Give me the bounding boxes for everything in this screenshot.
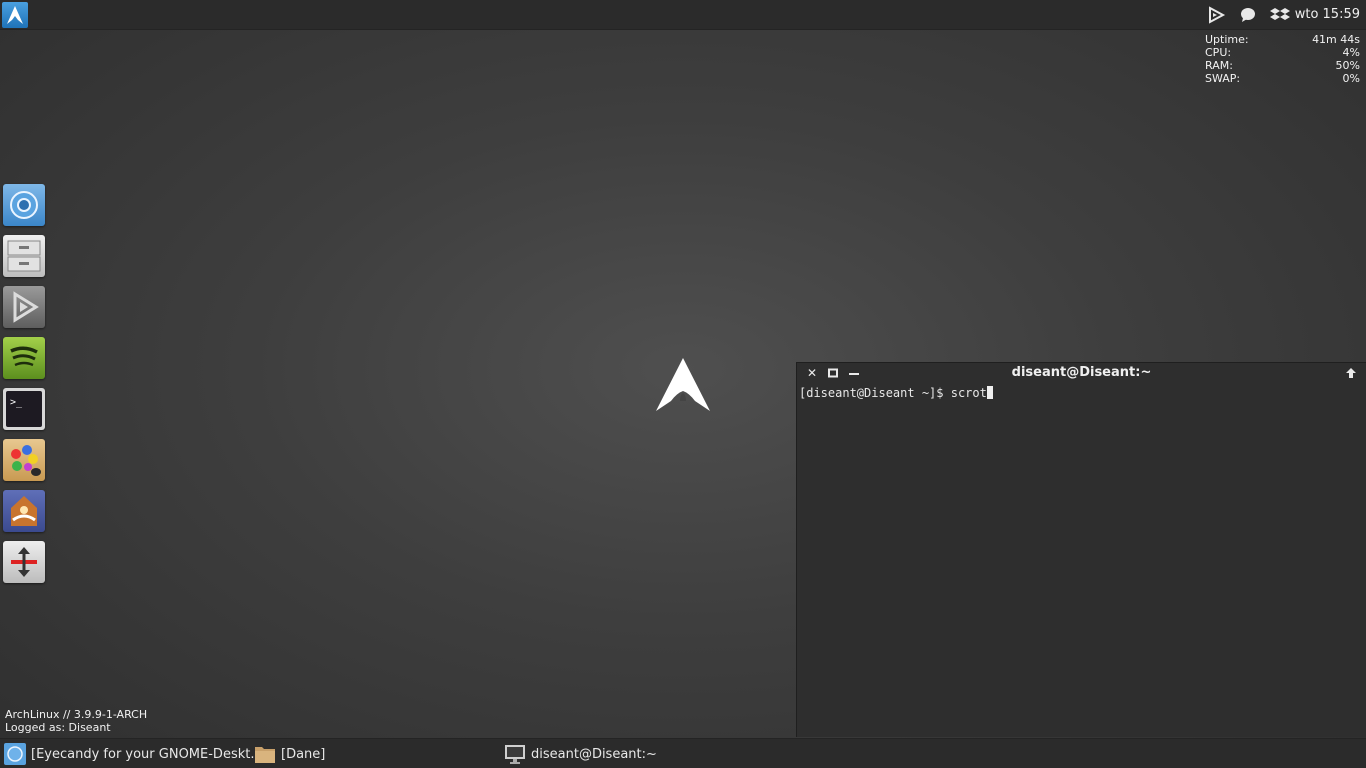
task-browser[interactable]: [Eyecandy for your GNOME-Deskt... <box>4 742 263 766</box>
svg-text:>_: >_ <box>10 397 23 408</box>
system-app-icon[interactable] <box>3 490 45 532</box>
arch-logo-icon <box>7 6 23 24</box>
dropbox-icon[interactable] <box>1270 6 1290 24</box>
chromium-icon[interactable] <box>3 184 45 226</box>
task-label: diseant@Diseant:~ <box>531 746 657 762</box>
task-file-manager[interactable]: [Dane] <box>254 742 325 766</box>
terminal-prompt: [diseant@Diseant ~]$ scrot <box>799 386 987 400</box>
os-version: ArchLinux // 3.9.9-1-ARCH <box>5 708 148 721</box>
sysmon-value: 41m 44s <box>1312 33 1360 46</box>
terminal-window[interactable]: ✕ diseant@Diseant:~ [diseant@Diseant ~]$… <box>796 362 1366 737</box>
arrow-up-icon[interactable] <box>1344 366 1358 380</box>
sysmon-label: CPU: <box>1205 46 1232 59</box>
arch-play-icon[interactable] <box>1206 6 1226 24</box>
spotify-icon[interactable] <box>3 337 45 379</box>
sysmon-value: 50% <box>1335 59 1360 72</box>
media-player-icon[interactable] <box>3 286 45 328</box>
terminal-icon[interactable]: >_ <box>3 388 45 430</box>
top-panel: wto 15:59 <box>0 0 1366 30</box>
sysmon-row-uptime: Uptime: 41m 44s <box>1205 33 1360 46</box>
terminal-titlebar[interactable]: ✕ diseant@Diseant:~ <box>797 363 1366 383</box>
terminal-title: diseant@Diseant:~ <box>1011 365 1152 380</box>
folder-icon <box>254 743 276 765</box>
arch-menu-button[interactable] <box>2 2 28 28</box>
sysmon-label: RAM: <box>1205 59 1233 72</box>
chat-bubble-icon[interactable] <box>1238 6 1258 24</box>
sysmon-row-ram: RAM: 50% <box>1205 59 1360 72</box>
chromium-icon <box>4 743 26 765</box>
sysmon-value: 0% <box>1342 72 1360 85</box>
task-label: [Dane] <box>281 746 326 762</box>
terminal-body[interactable]: [diseant@Diseant ~]$ scrot <box>797 383 1366 403</box>
vertical-resize-icon[interactable] <box>3 541 45 583</box>
clock[interactable]: wto 15:59 <box>1295 7 1360 22</box>
sysmon-label: Uptime: <box>1205 33 1249 46</box>
system-monitor: Uptime: 41m 44s CPU: 4% RAM: 50% SWAP: 0% <box>1205 33 1360 85</box>
sysmon-value: 4% <box>1342 46 1360 59</box>
sysmon-label: SWAP: <box>1205 72 1241 85</box>
dock: >_ <box>3 184 45 592</box>
arch-logo-icon <box>655 357 711 417</box>
terminal-cursor <box>986 386 993 399</box>
paint-icon[interactable] <box>3 439 45 481</box>
monitor-icon <box>504 743 526 765</box>
taskbar: [Eyecandy for your GNOME-Deskt... [Dane]… <box>0 738 1366 768</box>
system-info: ArchLinux // 3.9.9-1-ARCH Logged as: Dis… <box>5 708 147 734</box>
sysmon-row-cpu: CPU: 4% <box>1205 46 1360 59</box>
logged-user: Logged as: Diseant <box>5 721 111 734</box>
file-cabinet-icon[interactable] <box>3 235 45 277</box>
task-label: [Eyecandy for your GNOME-Deskt... <box>31 746 263 762</box>
task-terminal[interactable]: diseant@Diseant:~ <box>504 742 657 766</box>
sysmon-row-swap: SWAP: 0% <box>1205 72 1360 85</box>
